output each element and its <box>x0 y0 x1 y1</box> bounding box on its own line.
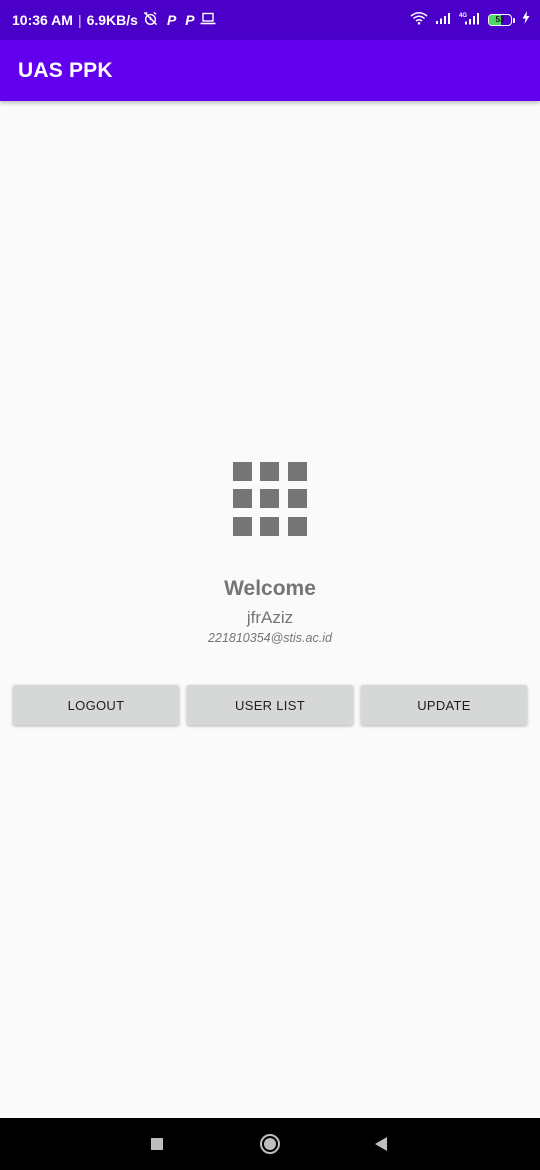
parking-app-icon: P <box>185 12 195 28</box>
back-icon <box>375 1137 387 1151</box>
logout-button[interactable]: LOGOUT <box>13 685 179 725</box>
update-button[interactable]: UPDATE <box>361 685 527 725</box>
user-list-button[interactable]: USER LIST <box>187 685 353 725</box>
welcome-heading: Welcome <box>224 577 316 600</box>
status-bar: 10:36 AM | 6.9KB/s P P 4G 53 <box>0 0 540 40</box>
network-speed: 6.9KB/s <box>86 12 138 28</box>
app-bar: UAS PPK <box>0 40 540 101</box>
back-button[interactable] <box>351 1118 411 1170</box>
status-separator: | <box>77 12 82 28</box>
alarm-off-icon <box>143 11 158 29</box>
laptop-icon <box>200 12 216 28</box>
wifi-icon <box>410 11 428 30</box>
status-left: 10:36 AM | 6.9KB/s P P <box>12 11 216 29</box>
4g-signal-icon: 4G <box>459 11 481 30</box>
home-icon <box>260 1134 280 1154</box>
apps-grid-icon <box>233 462 307 536</box>
app-title: UAS PPK <box>18 58 113 82</box>
email-label: 221810354@stis.ac.id <box>208 631 332 645</box>
status-right: 4G 53 <box>410 11 530 30</box>
signal-icon <box>435 11 452 29</box>
username-label: jfrAziz <box>246 608 294 627</box>
recents-icon <box>151 1138 163 1150</box>
status-time: 10:36 AM <box>12 12 73 28</box>
charging-bolt-icon <box>522 11 530 29</box>
battery-icon: 53 <box>488 14 515 26</box>
recents-button[interactable] <box>127 1118 187 1170</box>
home-button[interactable] <box>240 1118 300 1170</box>
battery-cap <box>513 17 515 23</box>
navigation-bar <box>0 1118 540 1170</box>
parking-app-icon: P <box>166 12 177 28</box>
battery-level: 53 <box>495 15 505 24</box>
battery-body: 53 <box>488 14 512 26</box>
svg-text:4G: 4G <box>459 13 467 19</box>
